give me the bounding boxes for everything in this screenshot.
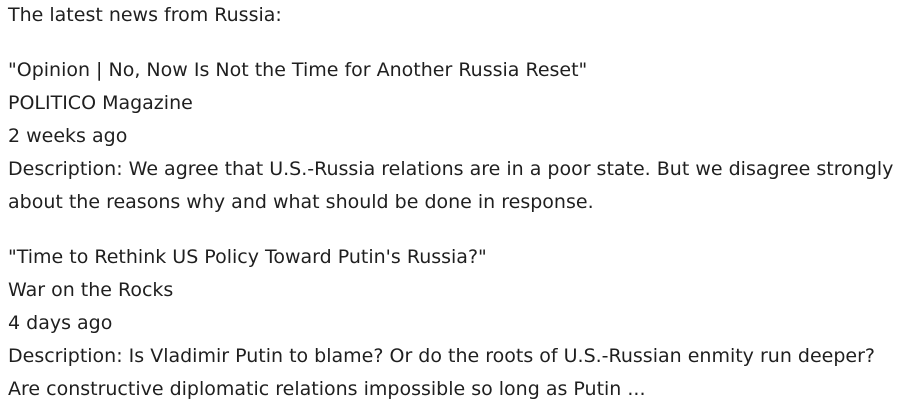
news-time: 2 weeks ago xyxy=(8,125,128,147)
news-item: "Opinion | No, Now Is Not the Time for A… xyxy=(8,54,904,219)
news-description: Description: We agree that U.S.-Russia r… xyxy=(8,158,894,213)
news-source: War on the Rocks xyxy=(8,279,174,301)
news-source: POLITICO Magazine xyxy=(8,92,193,114)
message-content: The latest news from Russia: "Opinion | … xyxy=(0,0,904,406)
news-description: Description: Is Vladimir Putin to blame?… xyxy=(8,345,875,400)
news-time: 4 days ago xyxy=(8,312,113,334)
news-title: "Time to Rethink US Policy Toward Putin'… xyxy=(8,246,487,268)
news-title: "Opinion | No, Now Is Not the Time for A… xyxy=(8,59,588,81)
news-item: "Time to Rethink US Policy Toward Putin'… xyxy=(8,241,904,406)
intro-text: The latest news from Russia: xyxy=(8,4,282,26)
